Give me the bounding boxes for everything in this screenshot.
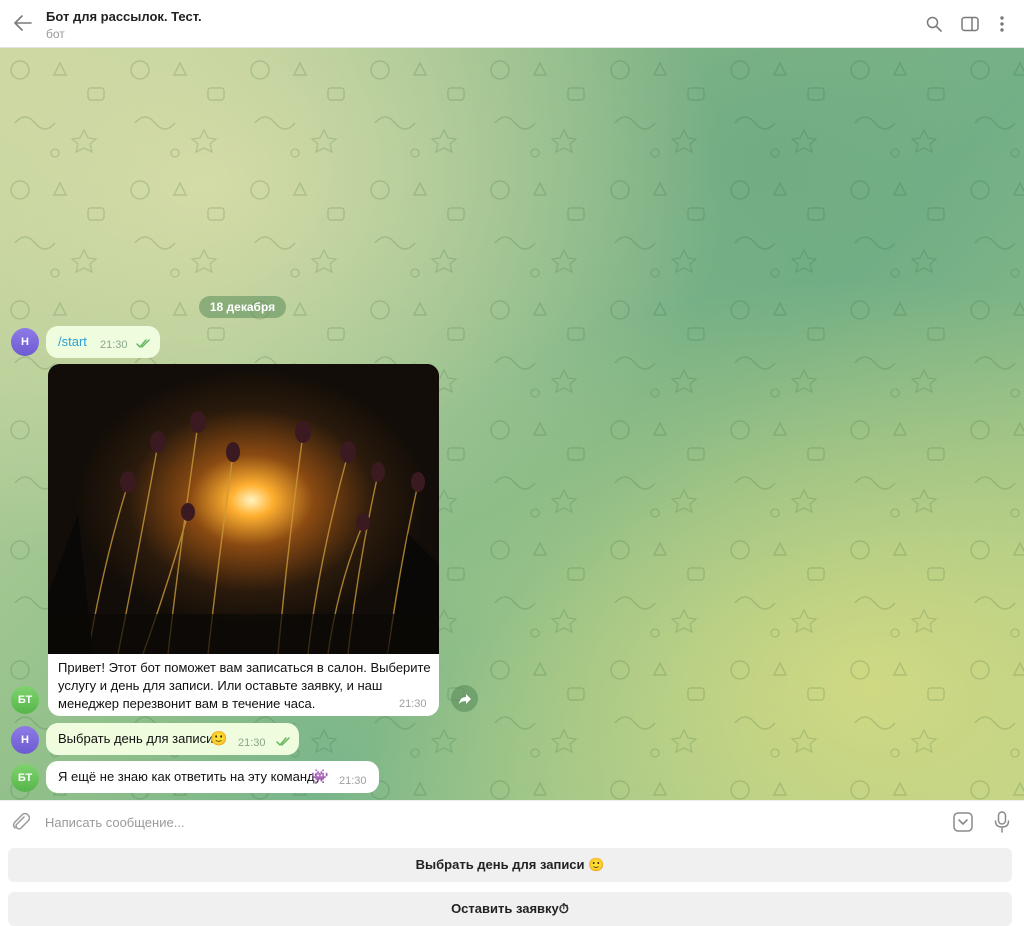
message-bubble[interactable]: /start 21:30 <box>46 326 160 358</box>
chat-subtitle: бот <box>46 27 65 41</box>
sidebar-toggle-icon[interactable] <box>958 12 982 36</box>
message-input[interactable] <box>45 809 925 835</box>
alien-monster-emoji-icon: 👾 <box>311 768 329 784</box>
date-separator: 18 декабря <box>199 296 286 318</box>
chat-title[interactable]: Бот для рассылок. Тест. <box>46 9 202 24</box>
read-check-icon <box>136 339 150 349</box>
message-time: 21:30 <box>100 339 128 351</box>
chat-history[interactable]: 18 декабря Н /start 21:30 Привет! Этот б… <box>0 48 1024 800</box>
avatar[interactable]: БТ <box>11 686 39 714</box>
microphone-icon[interactable] <box>991 810 1013 834</box>
read-check-icon <box>276 737 290 747</box>
forward-icon[interactable] <box>451 685 478 712</box>
message-text[interactable]: /start <box>58 334 87 349</box>
avatar[interactable]: Н <box>11 726 39 754</box>
photo-caption[interactable]: Привет! Этот бот поможет вам записаться … <box>58 659 433 713</box>
message-bubble[interactable]: Я ещё не знаю как ответить на эту команд… <box>46 761 379 793</box>
message-text[interactable]: Я ещё не знаю как ответить на эту команд… <box>58 769 321 784</box>
bot-keyboard-toggle-icon[interactable] <box>952 811 974 833</box>
keyboard-button-leave-request[interactable]: Оставить заявку⏱ <box>8 892 1012 926</box>
message-text[interactable]: Выбрать день для записи <box>58 731 213 746</box>
message-bubble[interactable]: Выбрать день для записи 🙂 21:30 <box>46 723 299 755</box>
avatar[interactable]: БТ <box>11 764 39 792</box>
message-time: 21:30 <box>339 775 367 787</box>
search-icon[interactable] <box>922 12 946 36</box>
attach-paperclip-icon[interactable] <box>10 811 32 833</box>
smile-emoji-icon: 🙂 <box>210 730 228 746</box>
message-time: 21:30 <box>399 698 427 710</box>
message-composer <box>0 800 1024 844</box>
avatar[interactable]: Н <box>11 328 39 356</box>
keyboard-button-choose-day[interactable]: Выбрать день для записи 🙂 <box>8 848 1012 882</box>
photo-message[interactable]: Привет! Этот бот поможет вам записаться … <box>48 364 439 716</box>
chat-header: Бот для рассылок. Тест. бот <box>0 0 1024 48</box>
more-vertical-icon[interactable] <box>990 12 1014 36</box>
back-arrow-icon[interactable] <box>10 10 36 36</box>
message-time: 21:30 <box>238 737 266 749</box>
message-photo[interactable] <box>48 364 439 654</box>
bot-reply-keyboard: Выбрать день для записи 🙂 Оставить заявк… <box>0 844 1024 926</box>
